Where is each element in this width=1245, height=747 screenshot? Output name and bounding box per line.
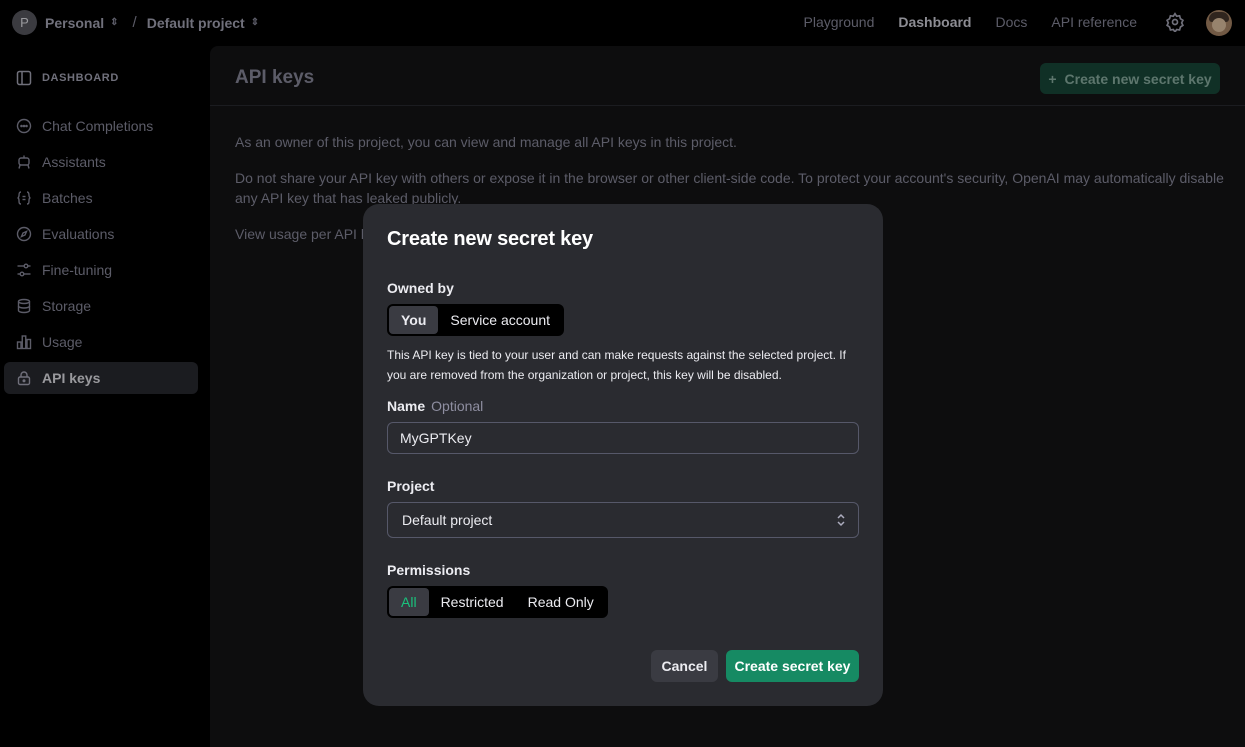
name-input[interactable]: MyGPTKey bbox=[387, 422, 859, 454]
permissions-label: Permissions bbox=[387, 562, 471, 578]
name-label-text: Name bbox=[387, 398, 426, 414]
dialog-title: Create new secret key bbox=[387, 228, 593, 250]
owned-by-service-account-option[interactable]: Service account bbox=[438, 306, 562, 334]
owned-by-label: Owned by bbox=[387, 280, 454, 296]
project-select[interactable]: Default project bbox=[387, 502, 859, 538]
cancel-button[interactable]: Cancel bbox=[651, 650, 718, 682]
owned-by-you-option[interactable]: You bbox=[389, 306, 439, 334]
permissions-restricted-option[interactable]: Restricted bbox=[429, 588, 516, 616]
permissions-read-only-option[interactable]: Read Only bbox=[516, 588, 606, 616]
name-label: Name Optional bbox=[387, 398, 483, 414]
permissions-all-option[interactable]: All bbox=[389, 588, 429, 616]
name-optional-hint: Optional bbox=[431, 398, 484, 414]
create-secret-key-button[interactable]: Create secret key bbox=[726, 650, 859, 682]
owned-by-toggle: You Service account bbox=[387, 304, 565, 336]
owned-by-description: This API key is tied to your user and ca… bbox=[387, 348, 846, 382]
project-select-value: Default project bbox=[402, 512, 493, 528]
permissions-toggle: All Restricted Read Only bbox=[387, 586, 608, 618]
chevron-updown-icon bbox=[837, 513, 845, 527]
create-secret-key-dialog: Create new secret key Owned by You Servi… bbox=[363, 204, 883, 706]
project-label: Project bbox=[387, 478, 435, 494]
